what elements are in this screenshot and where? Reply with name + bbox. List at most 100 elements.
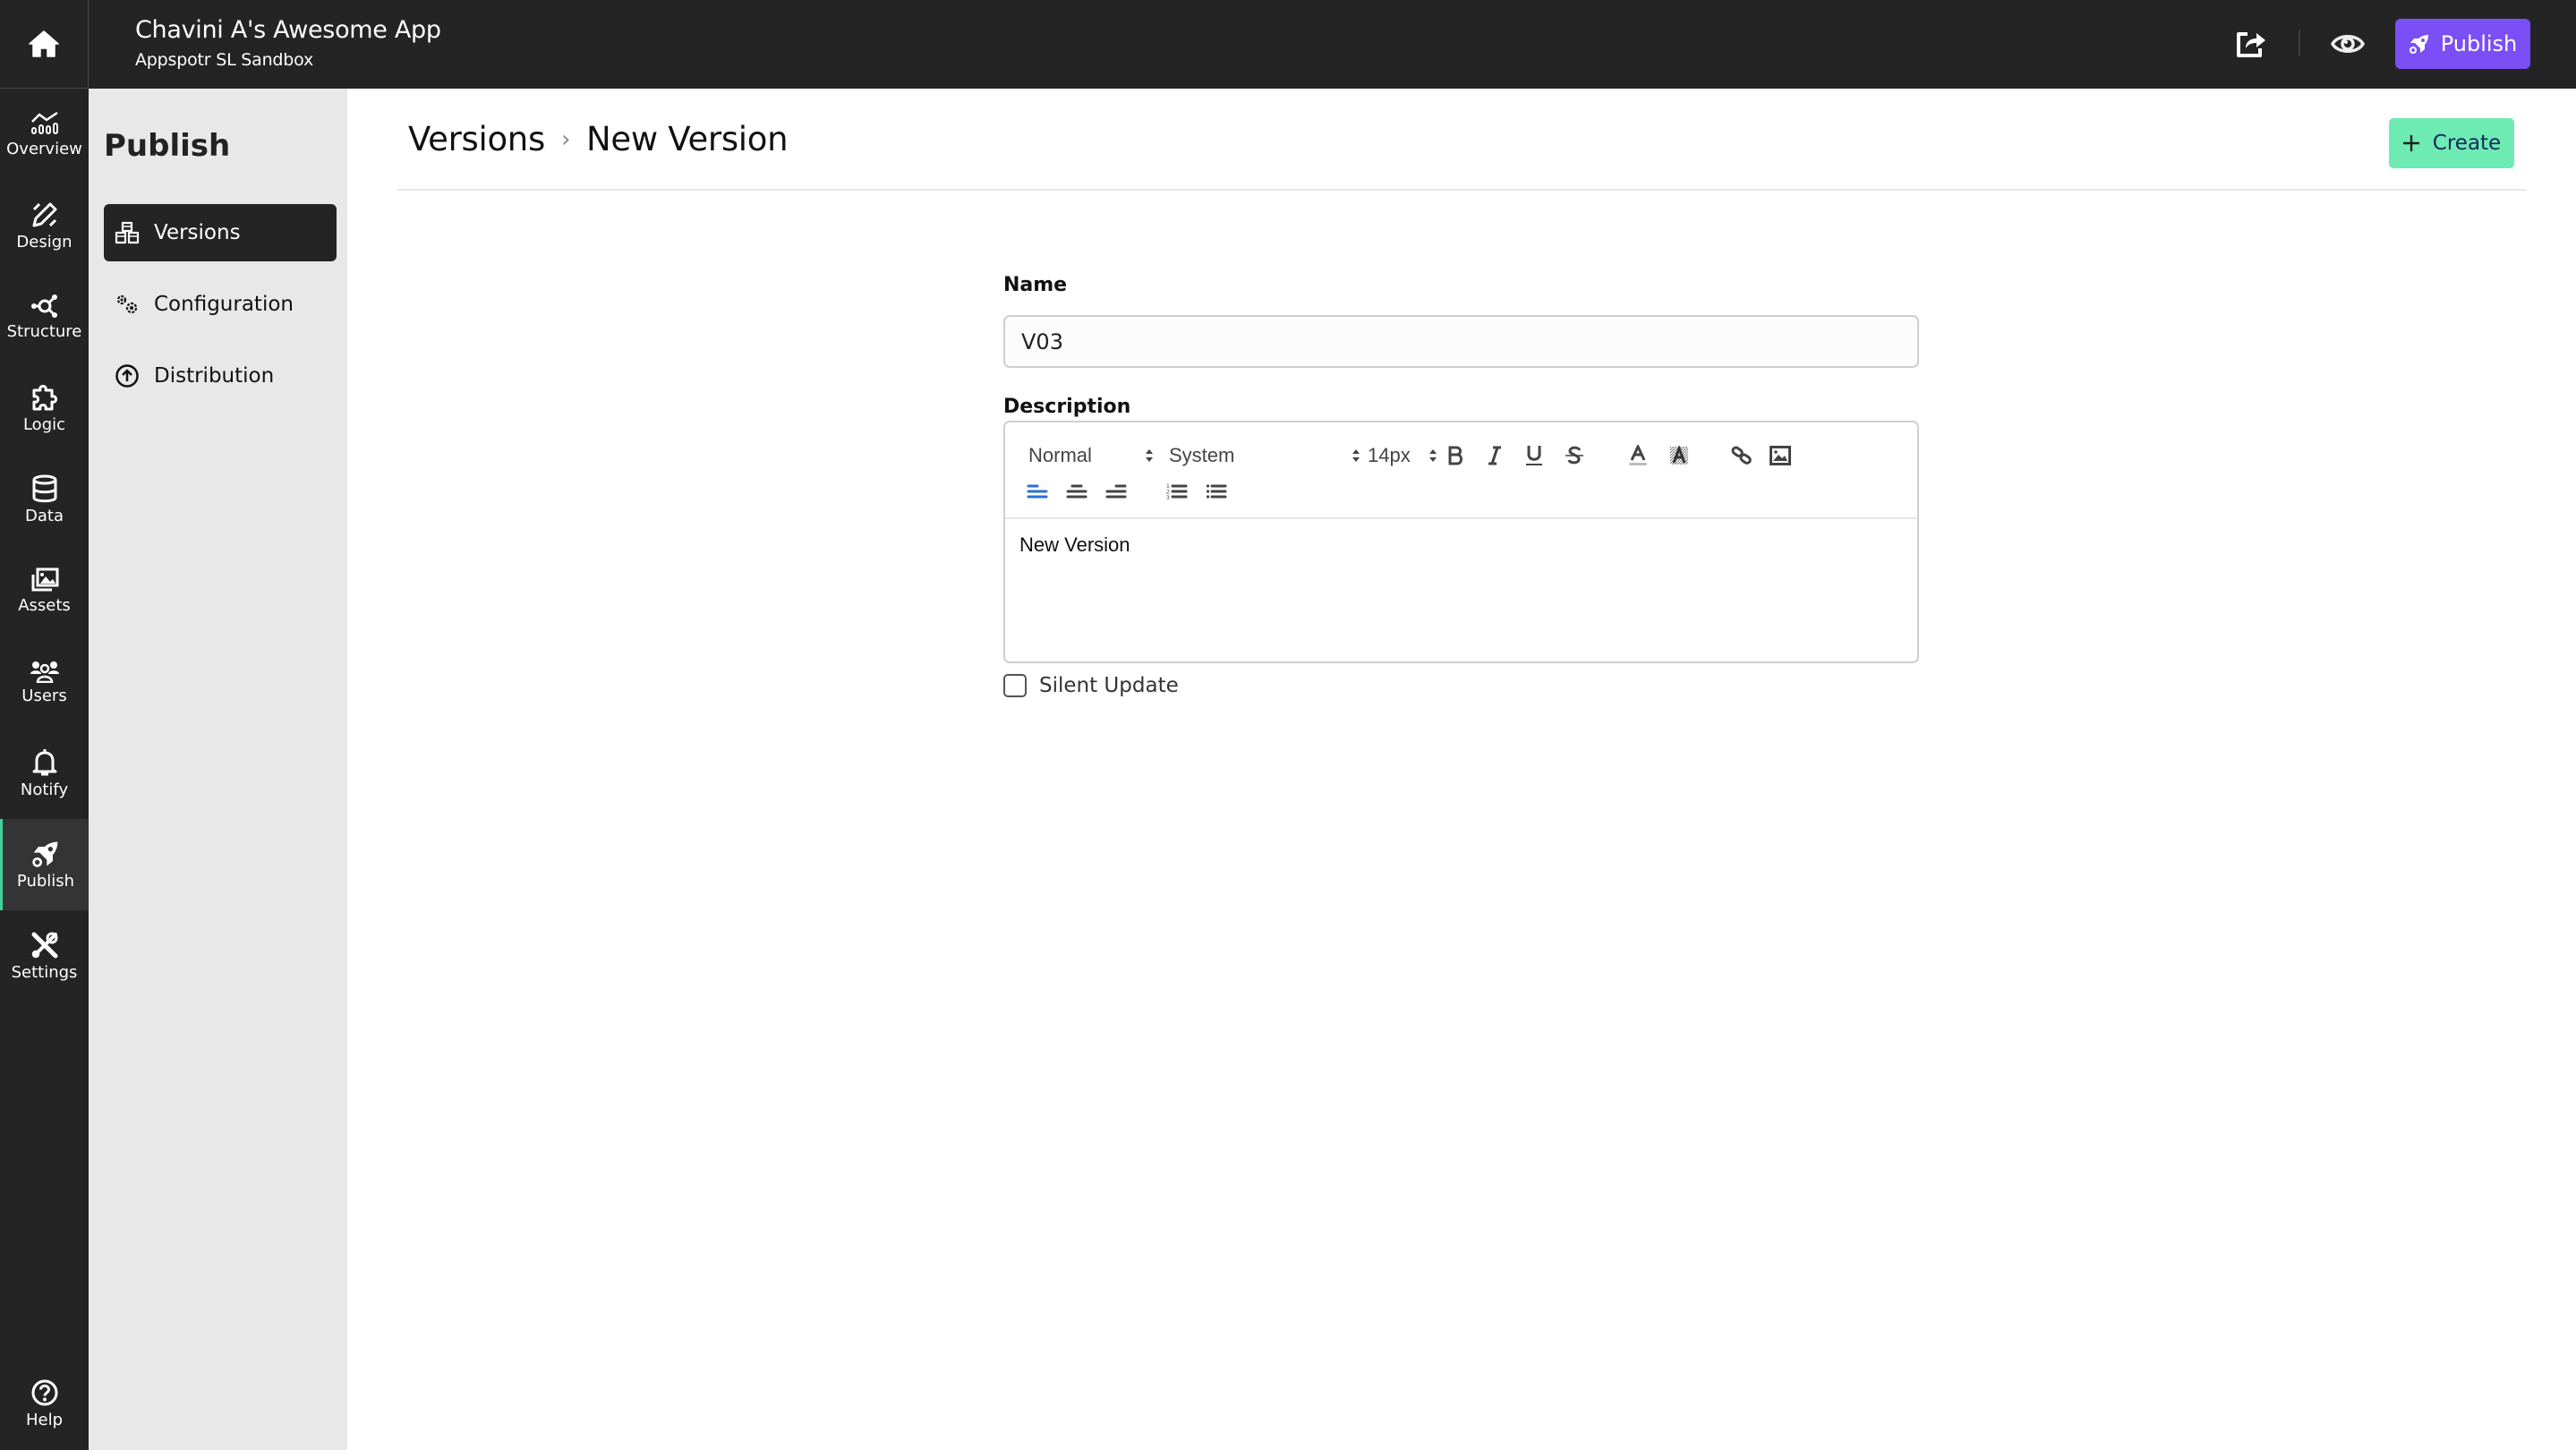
- strikethrough-button[interactable]: [1560, 440, 1589, 471]
- background-color-icon: [1670, 446, 1688, 465]
- align-left-button[interactable]: [1023, 476, 1052, 507]
- images-icon: [31, 567, 58, 591]
- subnav-item-label: Configuration: [154, 293, 294, 316]
- chevron-right-icon: ›: [560, 125, 571, 153]
- share-icon: [2237, 32, 2265, 57]
- eye-icon: [2331, 35, 2365, 53]
- rail-item-help[interactable]: Help: [0, 1358, 89, 1449]
- breadcrumb-versions-link[interactable]: Versions: [408, 120, 545, 158]
- preview-button[interactable]: [2327, 24, 2368, 64]
- puzzle-icon: [32, 384, 57, 410]
- main-nav-rail: Overview Design Structure Logic Data Ass…: [0, 89, 89, 1450]
- rail-item-label: Notify: [20, 780, 69, 799]
- rail-item-label: Users: [21, 686, 67, 705]
- italic-icon: [1488, 446, 1501, 465]
- rail-item-publish[interactable]: Publish: [0, 819, 89, 910]
- rail-item-design[interactable]: Design: [0, 180, 89, 271]
- bell-icon: [32, 748, 56, 775]
- create-button[interactable]: Create: [2389, 118, 2514, 168]
- rail-item-assets[interactable]: Assets: [0, 545, 89, 636]
- image-button[interactable]: [1766, 440, 1795, 471]
- rail-item-structure[interactable]: Structure: [0, 271, 89, 362]
- subnav-item-label: Versions: [154, 221, 241, 244]
- rail-item-logic[interactable]: Logic: [0, 362, 89, 454]
- name-input[interactable]: [1003, 315, 1919, 368]
- silent-update-checkbox[interactable]: [1003, 674, 1027, 697]
- link-button[interactable]: [1727, 440, 1756, 471]
- publish-button-label: Publish: [2440, 31, 2518, 56]
- rail-item-overview[interactable]: Overview: [0, 89, 89, 180]
- size-select[interactable]: 14px: [1368, 440, 1437, 471]
- cogs-icon: [116, 294, 138, 314]
- rail-item-label: Logic: [22, 414, 66, 434]
- svg-text:3: 3: [1166, 495, 1170, 500]
- align-right-icon: [1105, 484, 1127, 499]
- image-icon: [1770, 446, 1791, 465]
- subnav-title: Publish: [104, 128, 231, 164]
- subnav-item-distribution[interactable]: Distribution: [104, 347, 337, 405]
- tools-icon: [31, 932, 57, 958]
- share-button[interactable]: [2231, 24, 2271, 64]
- font-select[interactable]: System: [1169, 440, 1361, 471]
- ordered-list-icon: 123: [1166, 483, 1188, 500]
- heading-select[interactable]: Normal: [1028, 440, 1154, 471]
- top-header: Chavini A's Awesome App Appspotr SL Sand…: [0, 0, 2576, 89]
- rail-item-settings[interactable]: Settings: [0, 910, 89, 1002]
- breadcrumb: Versions › New Version: [408, 120, 789, 158]
- rail-item-label: Settings: [11, 962, 78, 982]
- text-color-button[interactable]: [1624, 440, 1652, 471]
- description-label: Description: [1003, 396, 1131, 418]
- nodes-icon: [30, 294, 57, 318]
- subnav-item-versions[interactable]: Versions: [104, 204, 337, 261]
- bullet-list-icon: [1206, 484, 1227, 499]
- subnav-item-label: Distribution: [154, 364, 275, 388]
- bold-button[interactable]: [1441, 440, 1470, 471]
- rail-item-notify[interactable]: Notify: [0, 728, 89, 819]
- publish-button[interactable]: Publish: [2395, 19, 2530, 69]
- rail-item-users[interactable]: Users: [0, 636, 89, 728]
- background-color-button[interactable]: [1665, 440, 1693, 471]
- text-color-icon: [1629, 445, 1647, 465]
- align-center-icon: [1066, 484, 1088, 499]
- silent-update-checkbox-row[interactable]: Silent Update: [1003, 674, 1179, 697]
- rail-item-data[interactable]: Data: [0, 454, 89, 545]
- sort-arrows-icon: [1146, 449, 1153, 462]
- rail-item-label: Assets: [18, 595, 71, 615]
- font-select-value: System: [1169, 444, 1235, 466]
- align-right-button[interactable]: [1102, 476, 1130, 507]
- header-divider: [2299, 30, 2300, 56]
- subnav-item-configuration[interactable]: Configuration: [104, 276, 337, 333]
- create-button-label: Create: [2432, 132, 2502, 155]
- header-divider-line: [397, 189, 2526, 191]
- rail-item-label: Data: [25, 506, 64, 525]
- sort-arrows-icon: [1429, 449, 1437, 462]
- ordered-list-button[interactable]: 123: [1163, 476, 1191, 507]
- underline-button[interactable]: [1520, 440, 1548, 471]
- name-label: Name: [1003, 274, 1068, 296]
- pencil-ruler-icon: [32, 202, 56, 226]
- underline-icon: [1526, 446, 1542, 465]
- cubes-icon: [115, 221, 140, 244]
- rail-item-label: Design: [16, 232, 73, 252]
- rail-item-label: Overview: [6, 139, 82, 158]
- silent-update-label: Silent Update: [1039, 674, 1179, 697]
- home-button[interactable]: [0, 0, 89, 89]
- align-center-button[interactable]: [1062, 476, 1091, 507]
- breadcrumb-current: New Version: [586, 120, 789, 158]
- rail-item-label: Help: [25, 1410, 64, 1429]
- users-icon: [30, 661, 59, 683]
- strikethrough-icon: [1565, 446, 1583, 465]
- size-select-value: 14px: [1368, 444, 1411, 466]
- bullet-list-button[interactable]: [1202, 476, 1231, 507]
- arrow-circle-up-icon: [115, 364, 139, 388]
- heading-select-value: Normal: [1028, 444, 1092, 466]
- home-icon: [29, 30, 59, 57]
- italic-button[interactable]: [1480, 440, 1509, 471]
- publish-subnav: Publish Versions Configuration Distribut…: [89, 89, 347, 1450]
- rail-item-label: Structure: [6, 321, 82, 341]
- description-editor: Normal System 14px 1 2 3 New Version: [1003, 421, 1919, 663]
- link-icon: [1731, 446, 1752, 465]
- description-text[interactable]: New Version: [1019, 533, 1130, 557]
- app-subtitle: Appspotr SL Sandbox: [135, 50, 314, 70]
- rocket-icon: [2409, 35, 2428, 54]
